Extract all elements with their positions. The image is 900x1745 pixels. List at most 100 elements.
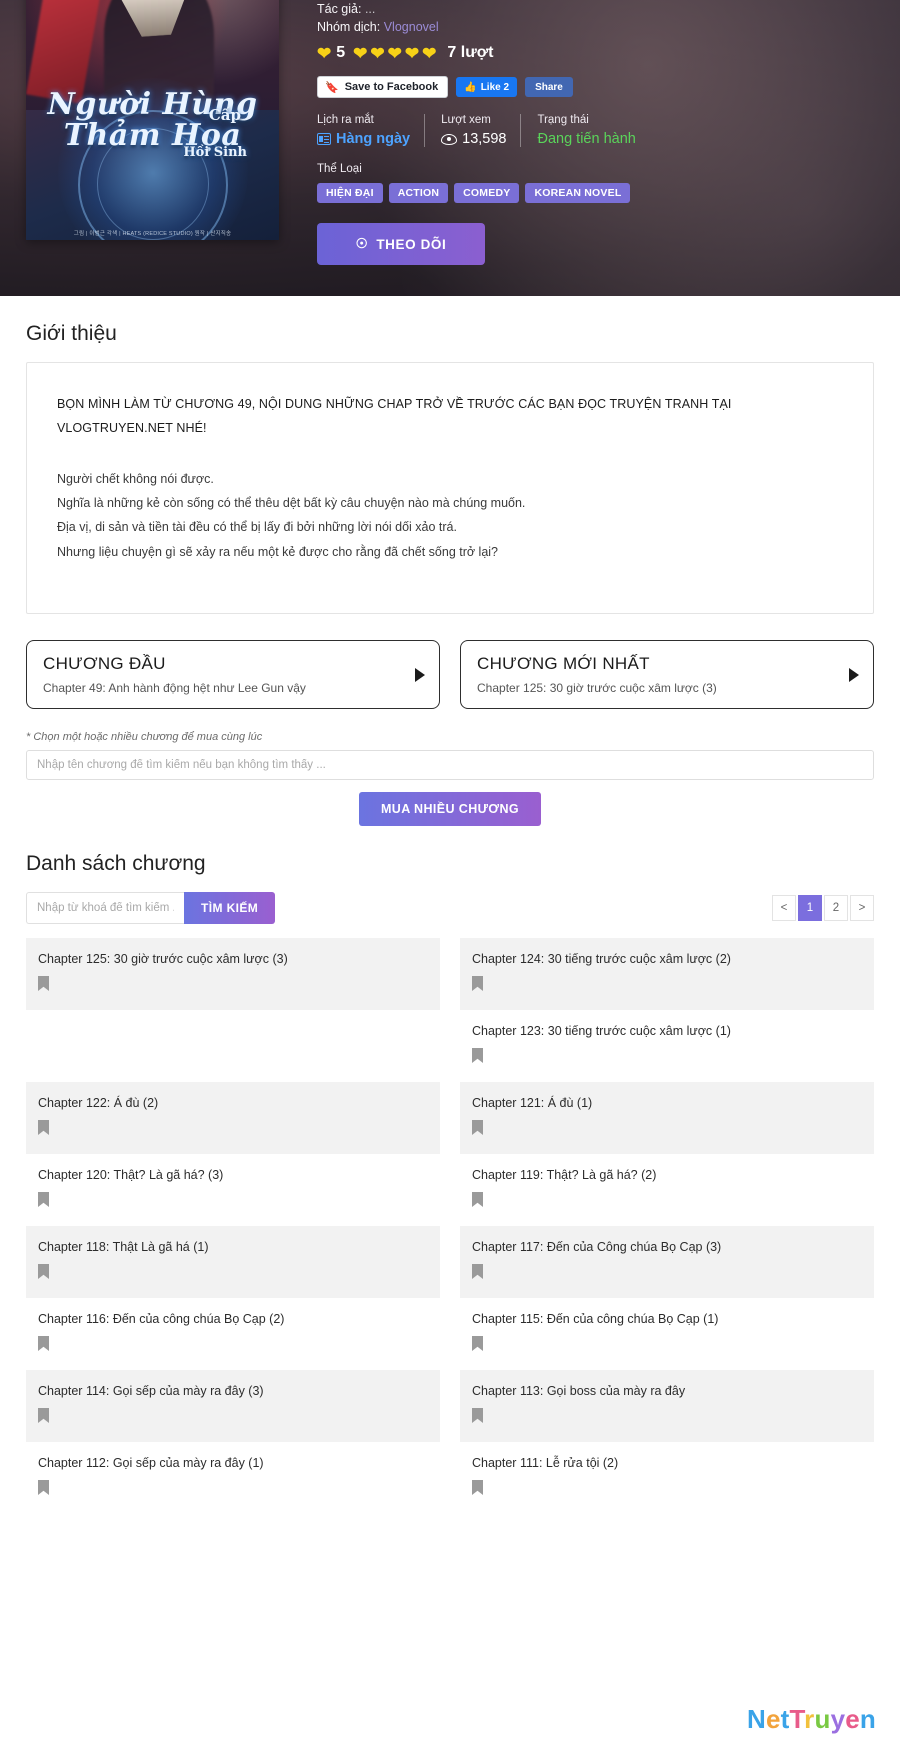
chapter-label: Chapter 118: Thật Là gã há (1) [38,1240,209,1254]
bookmark-icon[interactable] [472,1408,483,1423]
facebook-share-button[interactable]: Share [525,77,573,97]
chapter-list-item[interactable]: Chapter 120: Thật? Là gã há? (3) [26,1154,440,1226]
chapter-list-item[interactable]: Chapter 122: Á đù (2) [26,1082,440,1154]
intro-box: BỌN MÌNH LÀM TỪ CHƯƠNG 49, NỘI DUNG NHỮN… [26,362,874,614]
bookmark-icon[interactable] [38,1120,49,1135]
bookmark-icon[interactable] [472,1048,483,1063]
bell-icon: ☉ [355,236,369,251]
site-logo[interactable]: NetTruyen [747,1704,876,1735]
chapter-list-item[interactable]: Chapter 115: Đến của công chúa Bọ Cạp (1… [460,1298,874,1370]
intro-body-line: Nghĩa là những kẻ còn sống có thể thêu d… [57,495,526,510]
pagination-page-2[interactable]: 2 [824,895,848,921]
stat-schedule-value: Hàng ngày [336,131,411,147]
bookmark-icon[interactable] [472,976,483,991]
bookmark-icon[interactable] [38,976,49,991]
chapter-label: Chapter 122: Á đù (2) [38,1096,159,1110]
facebook-like-button[interactable]: 👍 Like 2 [456,77,518,97]
chapter-list-item[interactable]: Chapter 113: Gọi boss của mày ra đây [460,1370,874,1442]
chapter-list-controls: TÌM KIẾM < 1 2 > [26,892,874,924]
bookmark-icon[interactable] [38,1480,49,1495]
chevron-right-icon [415,667,425,682]
bookmark-icon[interactable] [38,1264,49,1279]
pagination-page-1[interactable]: 1 [798,895,822,921]
stat-views: Lượt xem 13,598 [424,114,520,147]
chapter-list-item[interactable]: Chapter 112: Gọi sếp của mày ra đây (1) [26,1442,440,1514]
intro-notice: BỌN MÌNH LÀM TỪ CHƯƠNG 49, NỘI DUNG NHỮN… [57,397,732,435]
buy-note: * Chọn một hoặc nhiều chương để mua cùng… [26,731,263,743]
bookmark-icon[interactable] [472,1192,483,1207]
bookmark-icon[interactable] [472,1120,483,1135]
facebook-save-button[interactable]: 🔖 Save to Facebook [317,76,449,98]
bookmark-icon[interactable] [38,1336,49,1351]
calendar-icon [317,133,331,145]
heart-icon[interactable]: ❤ [405,45,419,62]
follow-button[interactable]: ☉ THEO DÕI [317,223,485,265]
genre-tag-list: HIỆN ĐẠI ACTION COMEDY KOREAN NOVEL [317,183,900,203]
buy-multiple-chapters-button[interactable]: MUA NHIỀU CHƯƠNG [358,792,542,826]
bookmark-icon[interactable] [472,1336,483,1351]
heart-icon[interactable]: ❤ [370,45,384,62]
first-chapter-subtitle: Chapter 49: Anh hành động hệt như Lee Gu… [43,681,306,695]
cover-title-line1: Người Hùng [47,87,258,122]
chevron-right-icon [849,667,859,682]
intro-body-line: Nhưng liệu chuyện gì sẽ xảy ra nếu một k… [57,544,499,559]
chapter-search-input[interactable] [26,892,184,924]
author-value: ... [364,2,376,16]
chapter-label: Chapter 124: 30 tiếng trước cuộc xâm lượ… [472,952,731,966]
chapter-list-item[interactable]: Chapter 123: 30 tiếng trước cuộc xâm lượ… [460,1010,874,1082]
social-buttons-row: 🔖 Save to Facebook 👍 Like 2 Share [317,76,900,98]
genre-tag[interactable]: COMEDY [454,183,520,203]
bookmark-icon[interactable] [472,1480,483,1495]
heart-icon[interactable]: ❤ [317,45,331,62]
intro-body: Người chết không nói được. Nghĩa là nhữn… [57,467,843,565]
chapter-label: Chapter 123: 30 tiếng trước cuộc xâm lượ… [472,1024,731,1038]
translation-group-value[interactable]: Vlognovel [384,20,439,34]
chapter-list-item[interactable]: Chapter 121: Á đù (1) [460,1082,874,1154]
bookmark-icon[interactable] [38,1408,49,1423]
pagination-prev[interactable]: < [772,895,796,921]
rating-row[interactable]: ❤ 5 ❤ ❤ ❤ ❤ ❤ 7 lượt [317,44,900,62]
cover-title-small1: Cấp [208,106,241,124]
stat-schedule: Lịch ra mắt Hàng ngày [317,114,424,147]
pagination-next[interactable]: > [850,895,874,921]
stats-row: Lịch ra mắt Hàng ngày Lượt xem 13,598 Tr… [317,114,900,147]
chapter-list-item[interactable]: Chapter 125: 30 giờ trước cuộc xâm lược … [26,938,440,1010]
chapter-search-button[interactable]: TÌM KIẾM [184,892,276,924]
chapter-list-item[interactable]: Chapter 119: Thật? Là gã há? (2) [460,1154,874,1226]
facebook-save-label: Save to Facebook [344,81,439,93]
genre-tag[interactable]: KOREAN NOVEL [525,183,631,203]
translation-group-label: Nhóm dịch: [317,20,381,34]
main-content: Giới thiệu BỌN MÌNH LÀM TỪ CHƯƠNG 49, NỘ… [0,322,900,1514]
bookmark-icon[interactable] [472,1264,483,1279]
chapter-list-heading: Danh sách chương [26,852,206,875]
chapter-label: Chapter 119: Thật? Là gã há? (2) [472,1168,657,1182]
heart-icon[interactable]: ❤ [422,45,436,62]
genre-tag[interactable]: ACTION [388,183,449,203]
buy-chapter-search-input[interactable] [26,750,874,780]
follow-button-label: THEO DÕI [376,236,447,252]
latest-chapter-card[interactable]: CHƯƠNG MỚI NHẤT Chapter 125: 30 giờ trướ… [460,640,874,709]
chapter-list-item[interactable]: Chapter 118: Thật Là gã há (1) [26,1226,440,1298]
chapter-label: Chapter 115: Đến của công chúa Bọ Cạp (1… [472,1312,719,1326]
heart-icon[interactable]: ❤ [388,45,402,62]
genre-tag[interactable]: HIỆN ĐẠI [317,183,383,203]
rating-votes: 7 lượt [447,44,494,61]
author-label: Tác giả: [317,2,362,16]
logo-char: e [845,1704,860,1734]
intro-body-line: Địa vị, di sản và tiền tài đều có thể bị… [57,520,457,535]
heart-icon[interactable]: ❤ [353,45,367,62]
comic-cover-image[interactable]: Người Hùng Thảm Họa Cấp Hồi Sinh 그림 | 이범… [26,0,279,240]
bookmark-icon[interactable] [38,1192,49,1207]
chapter-list-item[interactable]: Chapter 116: Đến của công chúa Bọ Cạp (2… [26,1298,440,1370]
first-chapter-title: CHƯƠNG ĐẦU [43,654,166,673]
chapter-list-item[interactable]: Chapter 111: Lễ rửa tội (2) [460,1442,874,1514]
chapter-list-item[interactable]: Chapter 124: 30 tiếng trước cuộc xâm lượ… [460,938,874,1010]
chapter-list-item[interactable]: Chapter 114: Gọi sếp của mày ra đây (3) [26,1370,440,1442]
chapter-list-item[interactable]: Chapter 117: Đến của Công chúa Bọ Cạp (3… [460,1226,874,1298]
bookmark-icon: 🔖 [325,81,339,94]
first-chapter-card[interactable]: CHƯƠNG ĐẦU Chapter 49: Anh hành động hệt… [26,640,440,709]
chapter-label: Chapter 117: Đến của Công chúa Bọ Cạp (3… [472,1240,722,1254]
chapter-label: Chapter 116: Đến của công chúa Bọ Cạp (2… [38,1312,285,1326]
facebook-like-label: Like 2 [480,81,510,93]
logo-char: u [814,1704,831,1734]
